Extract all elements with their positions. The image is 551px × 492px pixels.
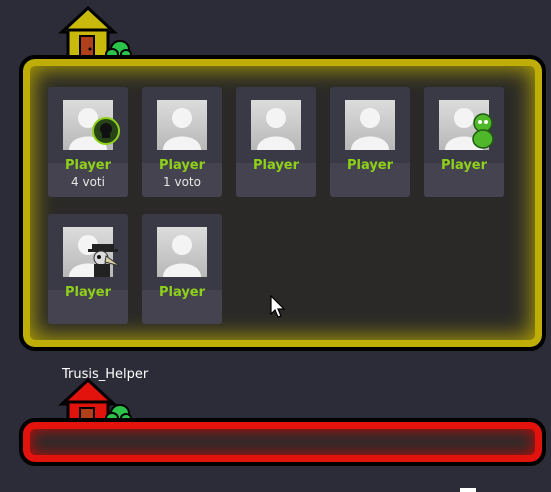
player-card[interactable]: Player 1 voto xyxy=(142,87,222,197)
player-card[interactable]: Player xyxy=(424,87,504,197)
avatar xyxy=(251,100,301,150)
house-icon-yellow[interactable] xyxy=(58,6,132,62)
edge-marker xyxy=(460,488,476,492)
mouse-cursor-icon xyxy=(270,294,286,323)
room-panel-red xyxy=(19,418,546,466)
player-name: Player xyxy=(64,158,112,173)
vote-count: 4 voti xyxy=(71,175,105,189)
player-card[interactable]: Player 4 voti xyxy=(48,87,128,197)
player-name: Player xyxy=(64,285,112,300)
plague-doctor-icon xyxy=(86,242,122,282)
player-card[interactable]: Player xyxy=(48,214,128,324)
player-name: Player xyxy=(440,158,488,173)
player-card[interactable]: Player xyxy=(330,87,410,197)
player-name: Player xyxy=(158,285,206,300)
vote-count: 1 voto xyxy=(163,175,201,189)
player-name: Player xyxy=(252,158,300,173)
player-name: Player xyxy=(158,158,206,173)
avatar xyxy=(345,100,395,150)
avatar xyxy=(157,100,207,150)
avatar xyxy=(157,227,207,277)
poison-skull-icon xyxy=(92,117,120,149)
player-name: Player xyxy=(346,158,394,173)
player-card[interactable]: Player xyxy=(236,87,316,197)
zombie-icon xyxy=(470,113,496,153)
player-card[interactable]: Player xyxy=(142,214,222,324)
